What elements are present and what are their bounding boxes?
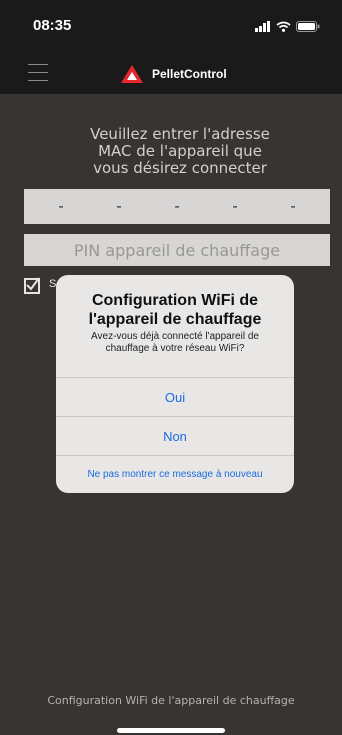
status-bar: 08:35: [0, 0, 342, 56]
mac-segment: -: [290, 197, 296, 215]
wifi-config-dialog: Configuration WiFi de l'appareil de chau…: [56, 275, 294, 493]
no-button[interactable]: Non: [56, 416, 294, 455]
battery-icon: [296, 21, 320, 32]
dont-show-again-button[interactable]: Ne pas montrer ce message à nouveau: [56, 455, 294, 493]
checkbox[interactable]: [24, 277, 40, 294]
mac-segment: -: [116, 197, 122, 215]
mac-address-input[interactable]: - - - - -: [24, 189, 330, 224]
nav-bar: PelletControl: [0, 56, 342, 94]
checkmark-icon: [26, 277, 40, 291]
mac-segment: -: [174, 197, 180, 215]
mac-prompt: Veuillez entrer l'adresse MAC de l'appar…: [90, 125, 270, 177]
app-name: PelletControl: [152, 67, 227, 81]
home-indicator: [117, 728, 225, 733]
pin-input[interactable]: PIN appareil de chauffage: [24, 234, 330, 266]
dialog-title: Configuration WiFi de l'appareil de chau…: [88, 292, 262, 328]
wifi-icon: [276, 21, 291, 32]
mac-segment: -: [58, 197, 64, 215]
signal-icon: [255, 21, 270, 32]
pellet-logo-icon: [121, 65, 143, 83]
status-time: 08:35: [33, 17, 72, 34]
footer-text: Configuration WiFi de l'appareil de chau…: [47, 694, 295, 707]
yes-button[interactable]: Oui: [56, 377, 294, 416]
menu-icon[interactable]: [28, 60, 48, 84]
mac-segment: -: [232, 197, 238, 215]
status-icons: [255, 21, 320, 32]
app-logo: PelletControl: [120, 64, 227, 84]
dialog-message: Avez-vous déjà connecté l'appareil de ch…: [91, 331, 259, 354]
